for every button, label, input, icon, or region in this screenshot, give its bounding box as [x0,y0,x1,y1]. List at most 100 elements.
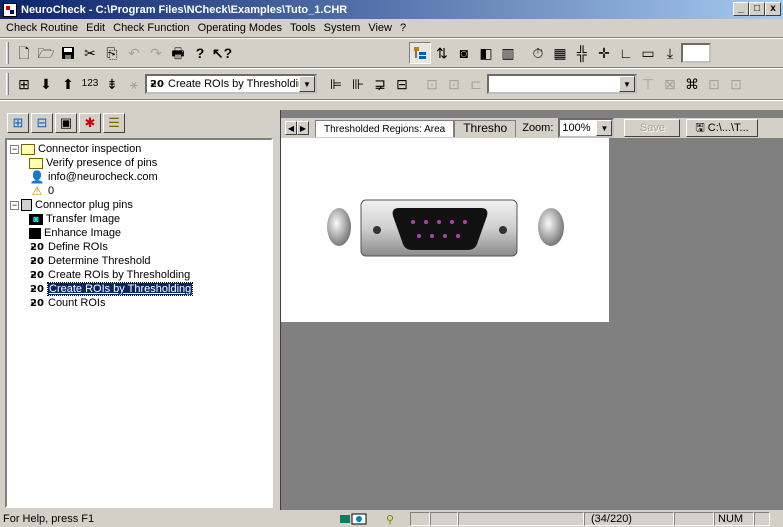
display-icon[interactable]: ▭ [637,42,659,64]
disabled-tool-6-icon[interactable]: ⊡ [703,73,725,95]
toolbar1-field[interactable] [681,43,711,63]
disabled-tool-3-icon[interactable]: ⊏ [465,73,487,95]
open-icon[interactable]: 🗁 [35,42,57,64]
menu-system[interactable]: System [320,22,365,34]
close-button[interactable]: x [765,2,781,16]
tree-item-label[interactable]: Verify presence of pins [46,157,157,169]
chevron-down-icon[interactable]: ▼ [299,76,315,92]
tree-item-selected[interactable]: ƻ0 Create ROIs by Thresholding [7,282,271,296]
tree-item-label[interactable]: Transfer Image [46,213,120,225]
run-step-icon[interactable]: ⋥ [369,73,391,95]
image-tab-icon[interactable]: ▣ [55,113,77,133]
disabled-tool-2-icon[interactable]: ⊡ [443,73,465,95]
new-icon[interactable]: 🗋 [13,42,35,64]
tree-item-label[interactable]: Define ROIs [48,241,108,253]
menu-tools[interactable]: Tools [286,22,320,34]
tree-item[interactable]: ◙ Transfer Image [7,212,271,226]
tree-item[interactable]: Enhance Image [7,226,271,240]
undo-icon[interactable]: ↶ [123,42,145,64]
disabled-tool-4-icon[interactable]: ⊤ [637,73,659,95]
structure-tab-icon[interactable]: ⊟ [31,113,53,133]
maximize-button[interactable]: □ [749,2,765,16]
print-icon[interactable]: 🖶 [167,42,189,64]
tree-tab-icon[interactable]: ⊞ [7,113,29,133]
app-icon[interactable] [3,2,17,17]
chevron-down-icon[interactable]: ▼ [619,76,635,92]
move-down-icon[interactable]: ⬇ [35,73,57,95]
tree-item[interactable]: ƻ0 Define ROIs [7,240,271,254]
tools-tab-icon[interactable]: ✱ [79,113,101,133]
menu-check-function[interactable]: Check Function [109,22,193,34]
menu-view[interactable]: View [364,22,396,34]
context-help-icon[interactable]: ↖? [211,42,233,64]
tree-item-label[interactable]: Count ROIs [48,297,105,309]
menu-help[interactable]: ? [396,22,410,34]
crosshair-icon[interactable]: ╬ [571,42,593,64]
chevron-down-icon[interactable]: ▼ [596,120,613,136]
tree-view-icon[interactable] [409,42,431,64]
numeric-icon[interactable]: 123 [79,73,101,95]
check-routine-tree[interactable]: − Connector inspection Verify presence o… [5,138,273,508]
zoom-select[interactable]: 100% ▼ [558,118,615,138]
align-left-icon[interactable]: ⊫ [325,73,347,95]
export-icon[interactable]: ⤓ [659,42,681,64]
tree-item[interactable]: ƻ0 Create ROIs by Thresholding [7,268,271,282]
move-up-icon[interactable]: ⬆ [57,73,79,95]
save-path-button[interactable]: 🖫 C:\...\T... [686,119,758,137]
copy-icon[interactable]: ⎘ [101,42,123,64]
parameter-icon[interactable]: ⚹ [123,73,145,95]
tree-item[interactable]: ƻ0 Determine Threshold [7,254,271,268]
tab-prev-icon[interactable]: ◀ [285,121,297,135]
angle-icon[interactable]: ∟ [615,42,637,64]
link-icon[interactable]: ⌘ [681,73,703,95]
tree-item[interactable]: ƻ0 Count ROIs [7,296,271,310]
toolbar2-grip[interactable] [6,73,9,95]
tree-item-label[interactable]: Connector inspection [38,143,141,155]
transfer-icon[interactable]: ⇅ [431,42,453,64]
grid-split-icon[interactable]: ⊟ [391,73,413,95]
tree-item[interactable]: − Connector inspection [7,142,271,156]
function-select[interactable]: ƻ0 Create ROIs by Thresholding ▼ [145,74,317,94]
disabled-tool-5-icon[interactable]: ⊠ [659,73,681,95]
plus-icon[interactable]: ✛ [593,42,615,64]
tab-thresholded[interactable]: Thresho [454,119,517,137]
camera-icon[interactable]: ◙ [453,42,475,64]
collapse-icon[interactable]: − [10,200,19,210]
menu-check-routine[interactable]: Check Routine [2,22,82,34]
split-icon[interactable]: ◧ [475,42,497,64]
insert-function-icon[interactable]: ⊞ [13,73,35,95]
tree-item-label[interactable]: 0 [48,185,54,197]
image-view[interactable] [281,138,609,322]
minimize-button[interactable]: _ [733,2,749,16]
tree-item-label[interactable]: Determine Threshold [48,255,151,267]
grid-icon[interactable]: ▦ [549,42,571,64]
redo-icon[interactable]: ↷ [145,42,167,64]
save-button[interactable]: Save [624,119,681,137]
list-tab-icon[interactable]: ☰ [103,113,125,133]
tree-item-label[interactable]: Enhance Image [44,227,121,239]
disabled-tool-1-icon[interactable]: ⊡ [421,73,443,95]
collapse-icon[interactable]: − [10,144,19,154]
secondary-select[interactable]: ▼ [487,74,637,94]
menu-edit[interactable]: Edit [82,22,109,34]
tab-thresholded-regions[interactable]: Thresholded Regions: Area [315,119,455,137]
tree-item-label[interactable]: Connector plug pins [35,199,133,211]
help-icon[interactable]: ? [189,42,211,64]
tab-next-icon[interactable]: ▶ [297,121,309,135]
columns-icon[interactable]: ▥ [497,42,519,64]
tree-item[interactable]: 👤 info@neurocheck.com [7,170,271,184]
menu-operating-modes[interactable]: Operating Modes [194,22,286,34]
tree-item-label[interactable]: Create ROIs by Thresholding [48,269,190,281]
save-icon[interactable] [57,42,79,64]
cut-icon[interactable]: ✂ [79,42,101,64]
toolbar-grip[interactable] [6,42,9,64]
disabled-tool-7-icon[interactable]: ⊡ [725,73,747,95]
tree-item-label[interactable]: info@neurocheck.com [48,171,158,183]
tree-item[interactable]: Verify presence of pins [7,156,271,170]
timer-icon[interactable]: ⏱ [527,42,549,64]
tree-item[interactable]: − Connector plug pins [7,198,271,212]
align-right-icon[interactable]: ⊪ [347,73,369,95]
tree-item-label[interactable]: Create ROIs by Thresholding [46,282,194,296]
tree-item[interactable]: ⚠ 0 [7,184,271,198]
step-icon[interactable]: ⇟ [101,73,123,95]
